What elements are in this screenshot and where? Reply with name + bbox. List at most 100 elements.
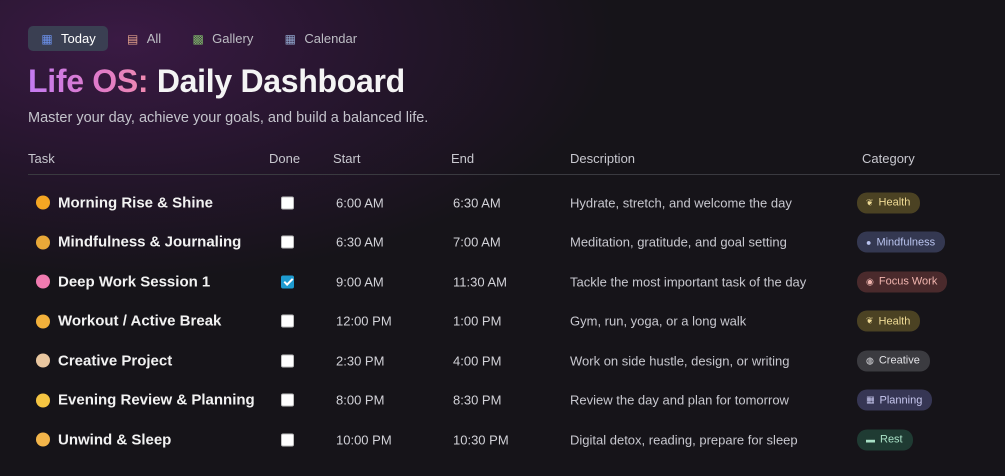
page-subtitle: Master your day, achieve your goals, and… [28,110,429,126]
start-time: 12:00 PM [336,313,392,329]
category-label: Focus Work [878,275,938,288]
end-time: 8:30 PM [453,392,502,408]
table-row[interactable]: Evening Review & Planning 8:00 PM 8:30 PM R… [28,381,1000,421]
category-label: Rest [880,433,903,446]
palette-icon: ◍ [866,355,874,366]
meditation-icon [36,235,50,250]
task-cell[interactable]: Mindfulness & Journaling [36,234,241,251]
table-row[interactable]: Workout / Active Break 12:00 PM 1:00 PM Gym… [28,302,1000,342]
start-time: 6:30 AM [336,234,384,250]
end-time: 4:00 PM [453,353,502,369]
table-row[interactable]: Creative Project 2:30 PM 4:00 PM Work on si… [28,341,1000,381]
palette-icon [36,353,50,368]
task-description: Review the day and plan for tomorrow [570,392,789,408]
task-cell[interactable]: Deep Work Session 1 [36,273,210,290]
task-name: Unwind & Sleep [58,431,172,449]
tab-all[interactable]: ▤ All [114,26,173,51]
task-name: Evening Review & Planning [58,391,255,409]
dashboard-page: ▦ Today ▤ All ▩ Gallery ▦ Calendar Life OS: Dai… [0,0,1005,476]
done-checkbox[interactable] [281,314,294,328]
done-checkbox[interactable] [281,275,294,289]
sleeping-face-icon [36,432,50,447]
flexed-arm-icon [36,314,50,329]
notepad-icon: ▤ [127,31,139,46]
category-label: Creative [878,354,920,367]
category-badge[interactable]: ❦ Health [857,310,921,332]
brain-icon: ● [866,237,872,248]
task-description: Meditation, gratitude, and goal setting [570,234,787,250]
category-label: Health [878,196,911,209]
task-cell[interactable]: Workout / Active Break [36,313,221,330]
table-row[interactable]: Deep Work Session 1 9:00 AM 11:30 AM Tackle… [28,262,1000,302]
category-badge[interactable]: ▬ Rest [857,429,913,451]
task-description: Tackle the most important task of the da… [570,274,807,290]
category-badge[interactable]: ◍ Creative [857,350,930,372]
tab-label: Today [61,31,96,46]
category-badge[interactable]: ❦ Health [857,192,921,214]
tab-label: Gallery [212,31,254,46]
column-header-category[interactable]: Category [862,151,915,166]
moon-icon [36,393,50,408]
tab-today[interactable]: ▦ Today [28,26,108,51]
calendar-icon: ▦ [866,394,875,405]
end-time: 10:30 PM [453,432,509,448]
task-cell[interactable]: Unwind & Sleep [36,431,171,448]
task-name: Creative Project [58,352,173,370]
brain-icon [36,274,50,289]
table-row[interactable]: Morning Rise & Shine 6:00 AM 6:30 AM Hydrat… [28,183,1000,223]
start-time: 9:00 AM [336,274,384,290]
task-name: Workout / Active Break [58,312,222,330]
table-row[interactable]: Unwind & Sleep 10:00 PM 10:30 PM Digital de… [28,420,1000,460]
sun-icon [36,195,50,210]
end-time: 1:00 PM [453,313,502,329]
view-tabs: ▦ Today ▤ All ▩ Gallery ▦ Calendar [28,26,369,51]
category-label: Planning [879,394,923,407]
task-name: Deep Work Session 1 [58,273,211,291]
task-cell[interactable]: Creative Project [36,352,172,369]
sprout-icon: ❦ [866,197,874,208]
tab-calendar[interactable]: ▦ Calendar [271,26,369,51]
task-name: Mindfulness & Journaling [58,233,242,251]
column-header-task[interactable]: Task [28,151,55,166]
category-badge[interactable]: ◉ Focus Work [857,271,948,293]
page-title: Life OS: Daily Dashboard [28,63,405,100]
category-badge[interactable]: ▦ Planning [857,389,933,411]
category-label: Health [878,315,911,328]
end-time: 11:30 AM [453,274,507,290]
target-icon: ◉ [866,276,874,287]
table-header: Task Done Start End Description Category [28,150,1000,175]
task-description: Gym, run, yoga, or a long walk [570,313,747,329]
start-time: 2:30 PM [336,353,385,369]
end-time: 6:30 AM [453,195,501,211]
title-text: Daily Dashboard [156,63,405,99]
calendar-icon: ▦ [41,31,53,46]
task-description: Work on side hustle, design, or writing [570,353,790,369]
title-brand: Life OS: [28,63,149,99]
category-badge[interactable]: ● Mindfulness [857,231,946,253]
column-header-end[interactable]: End [451,151,474,166]
tab-label: All [146,31,162,46]
task-name: Morning Rise & Shine [58,194,214,212]
task-description: Hydrate, stretch, and welcome the day [570,195,792,211]
done-checkbox[interactable] [281,354,294,368]
table-row[interactable]: Mindfulness & Journaling 6:30 AM 7:00 AM Me… [28,223,1000,263]
calendar-icon: ▦ [284,31,297,46]
column-header-description[interactable]: Description [570,151,635,166]
start-time: 10:00 PM [336,432,392,448]
done-checkbox[interactable] [281,196,294,210]
column-header-done[interactable]: Done [269,151,300,166]
done-checkbox[interactable] [281,433,294,447]
task-cell[interactable]: Morning Rise & Shine [36,194,213,211]
picture-icon: ▩ [192,31,204,46]
column-header-start[interactable]: Start [333,151,360,166]
end-time: 7:00 AM [453,234,501,250]
done-checkbox[interactable] [281,235,294,249]
task-cell[interactable]: Evening Review & Planning [36,392,255,409]
start-time: 6:00 AM [336,195,384,211]
tab-label: Calendar [304,31,358,46]
tab-gallery[interactable]: ▩ Gallery [179,26,265,51]
category-label: Mindfulness [876,236,936,249]
bed-icon: ▬ [866,434,875,445]
sprout-icon: ❦ [866,315,874,326]
done-checkbox[interactable] [281,393,294,407]
